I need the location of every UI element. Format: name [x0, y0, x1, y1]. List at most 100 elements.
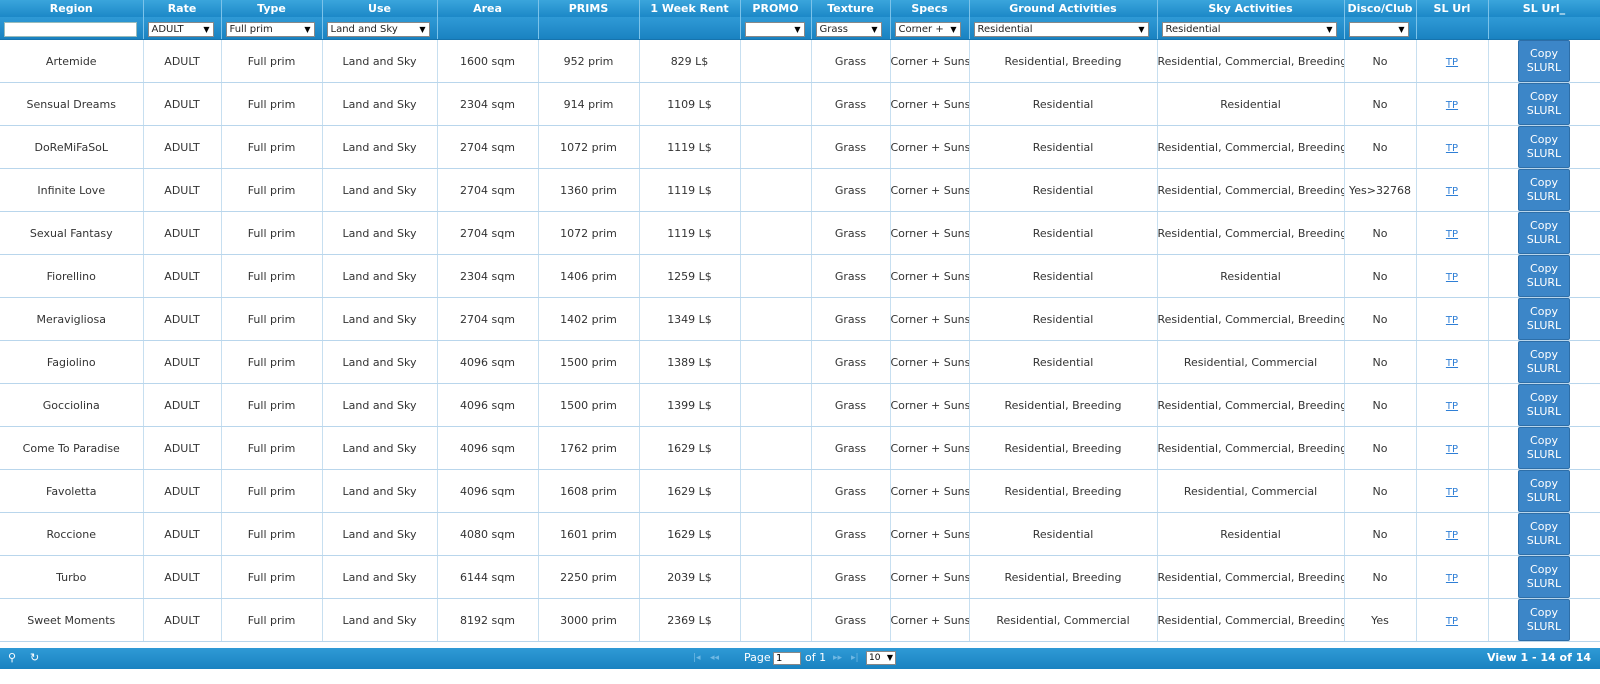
copy-slurl-button[interactable]: Copy SLURL — [1518, 556, 1570, 598]
cell-disco: No — [1344, 39, 1417, 83]
col-header-area[interactable]: Area — [437, 0, 539, 17]
table-row[interactable]: Sweet Moments ADULT Full prim Land and S… — [0, 598, 1600, 642]
cell-promo — [740, 39, 812, 83]
cell-type: Full prim — [221, 297, 323, 341]
cell-prims: 952 prim — [538, 39, 640, 83]
copy-slurl-button[interactable]: Copy SLURL — [1518, 83, 1570, 125]
col-header-type[interactable]: Type — [221, 0, 323, 17]
table-row[interactable]: Come To Paradise ADULT Full prim Land an… — [0, 426, 1600, 470]
copy-slurl-button[interactable]: Copy SLURL — [1518, 341, 1570, 383]
region-filter-input[interactable] — [4, 21, 137, 37]
table-row[interactable]: Infinite Love ADULT Full prim Land and S… — [0, 168, 1600, 212]
table-row[interactable]: Fagiolino ADULT Full prim Land and Sky 4… — [0, 340, 1600, 384]
col-header-sky[interactable]: Sky Activities — [1157, 0, 1345, 17]
last-page-icon[interactable]: ▸| — [851, 653, 859, 663]
rows-per-page-select[interactable]: 10 ▼ — [866, 651, 896, 665]
copy-slurl-button[interactable]: Copy SLURL — [1518, 126, 1570, 168]
col-header-promo[interactable]: PROMO — [740, 0, 812, 17]
rate-filter-select[interactable]: ADULT ▼ — [147, 21, 214, 37]
col-header-disco[interactable]: Disco/Club — [1344, 0, 1417, 17]
cell-texture: Grass — [811, 383, 891, 427]
cell-rent: 1629 L$ — [639, 469, 741, 513]
copy-slurl-button[interactable]: Copy SLURL — [1518, 470, 1570, 512]
col-header-rate[interactable]: Rate — [143, 0, 222, 17]
dropdown-arrow-icon: ▼ — [419, 24, 426, 34]
copy-slurl-button[interactable]: Copy SLURL — [1518, 384, 1570, 426]
tp-link[interactable]: TP — [1446, 186, 1458, 197]
tp-link[interactable]: TP — [1446, 143, 1458, 154]
cell-slurl: TP — [1416, 297, 1489, 341]
table-row[interactable]: Favoletta ADULT Full prim Land and Sky 4… — [0, 469, 1600, 513]
disco-filter-select[interactable]: ▼ — [1348, 21, 1409, 37]
cell-rate: ADULT — [143, 168, 222, 212]
copy-slurl-button[interactable]: Copy SLURL — [1518, 298, 1570, 340]
table-row[interactable]: Sensual Dreams ADULT Full prim Land and … — [0, 82, 1600, 126]
tp-link[interactable]: TP — [1446, 57, 1458, 68]
cell-rate: ADULT — [143, 426, 222, 470]
sky-activities-filter-select[interactable]: Residential ▼ — [1161, 21, 1337, 37]
next-page-icon[interactable]: ▸▸ — [833, 653, 842, 663]
col-header-ground[interactable]: Ground Activities — [969, 0, 1158, 17]
tp-link[interactable]: TP — [1446, 100, 1458, 111]
col-header-slurl-copy[interactable]: SL Url_ — [1488, 0, 1600, 17]
cell-ground-activities: Residential — [969, 211, 1158, 255]
col-header-prims[interactable]: PRIMS — [538, 0, 640, 17]
use-filter-select[interactable]: Land and Sky ▼ — [326, 21, 430, 37]
cell-use: Land and Sky — [322, 340, 438, 384]
col-header-use[interactable]: Use — [322, 0, 438, 17]
table-row[interactable]: Turbo ADULT Full prim Land and Sky 6144 … — [0, 555, 1600, 599]
tp-link[interactable]: TP — [1446, 616, 1458, 627]
cell-type: Full prim — [221, 598, 323, 642]
col-header-rent[interactable]: 1 Week Rent — [639, 0, 741, 17]
texture-filter-select[interactable]: Grass ▼ — [815, 21, 882, 37]
prev-page-icon[interactable]: ◂◂ — [710, 653, 719, 663]
first-page-icon[interactable]: |◂ — [693, 653, 701, 663]
table-row[interactable]: DoReMiFaSoL ADULT Full prim Land and Sky… — [0, 125, 1600, 169]
copy-slurl-button[interactable]: Copy SLURL — [1518, 212, 1570, 254]
table-row[interactable]: Fiorellino ADULT Full prim Land and Sky … — [0, 254, 1600, 298]
copy-slurl-button[interactable]: Copy SLURL — [1518, 513, 1570, 555]
dropdown-arrow-icon: ▼ — [886, 653, 893, 662]
cell-ground-activities: Residential — [969, 168, 1158, 212]
copy-slurl-button[interactable]: Copy SLURL — [1518, 255, 1570, 297]
cell-disco: No — [1344, 512, 1417, 556]
cell-prims: 3000 prim — [538, 598, 640, 642]
specs-filter-select[interactable]: Corner + ▼ — [894, 21, 961, 37]
tp-link[interactable]: TP — [1446, 229, 1458, 240]
copy-slurl-button[interactable]: Copy SLURL — [1518, 599, 1570, 641]
table-row[interactable]: Gocciolina ADULT Full prim Land and Sky … — [0, 383, 1600, 427]
tp-link[interactable]: TP — [1446, 444, 1458, 455]
copy-slurl-button[interactable]: Copy SLURL — [1518, 169, 1570, 211]
page-number-input[interactable]: 1 — [773, 652, 801, 665]
tp-link[interactable]: TP — [1446, 487, 1458, 498]
cell-disco: No — [1344, 82, 1417, 126]
table-row[interactable]: Roccione ADULT Full prim Land and Sky 40… — [0, 512, 1600, 556]
cell-sky-activities: Residential, Commercial, Breeding — [1157, 125, 1345, 169]
search-icon[interactable]: ⚲ — [8, 651, 16, 664]
refresh-icon[interactable]: ↻ — [30, 651, 39, 664]
promo-filter-select[interactable]: ▼ — [744, 21, 805, 37]
tp-link[interactable]: TP — [1446, 401, 1458, 412]
col-header-specs[interactable]: Specs — [890, 0, 970, 17]
copy-slurl-button[interactable]: Copy SLURL — [1518, 40, 1570, 82]
cell-region: Favoletta — [0, 469, 144, 513]
tp-link[interactable]: TP — [1446, 530, 1458, 541]
cell-use: Land and Sky — [322, 469, 438, 513]
tp-link[interactable]: TP — [1446, 573, 1458, 584]
col-header-region[interactable]: Region — [0, 0, 144, 17]
col-header-texture[interactable]: Texture — [811, 0, 891, 17]
cell-use: Land and Sky — [322, 125, 438, 169]
type-filter-select[interactable]: Full prim ▼ — [225, 21, 315, 37]
table-row[interactable]: Meravigliosa ADULT Full prim Land and Sk… — [0, 297, 1600, 341]
cell-rent: 1629 L$ — [639, 512, 741, 556]
tp-link[interactable]: TP — [1446, 358, 1458, 369]
table-row[interactable]: Artemide ADULT Full prim Land and Sky 16… — [0, 39, 1600, 83]
ground-activities-filter-select[interactable]: Residential ▼ — [973, 21, 1149, 37]
tp-link[interactable]: TP — [1446, 272, 1458, 283]
table-row[interactable]: Sexual Fantasy ADULT Full prim Land and … — [0, 211, 1600, 255]
copy-slurl-button[interactable]: Copy SLURL — [1518, 427, 1570, 469]
col-header-slurl[interactable]: SL Url — [1416, 0, 1489, 17]
cell-region: Gocciolina — [0, 383, 144, 427]
tp-link[interactable]: TP — [1446, 315, 1458, 326]
dropdown-arrow-icon: ▼ — [794, 24, 801, 34]
